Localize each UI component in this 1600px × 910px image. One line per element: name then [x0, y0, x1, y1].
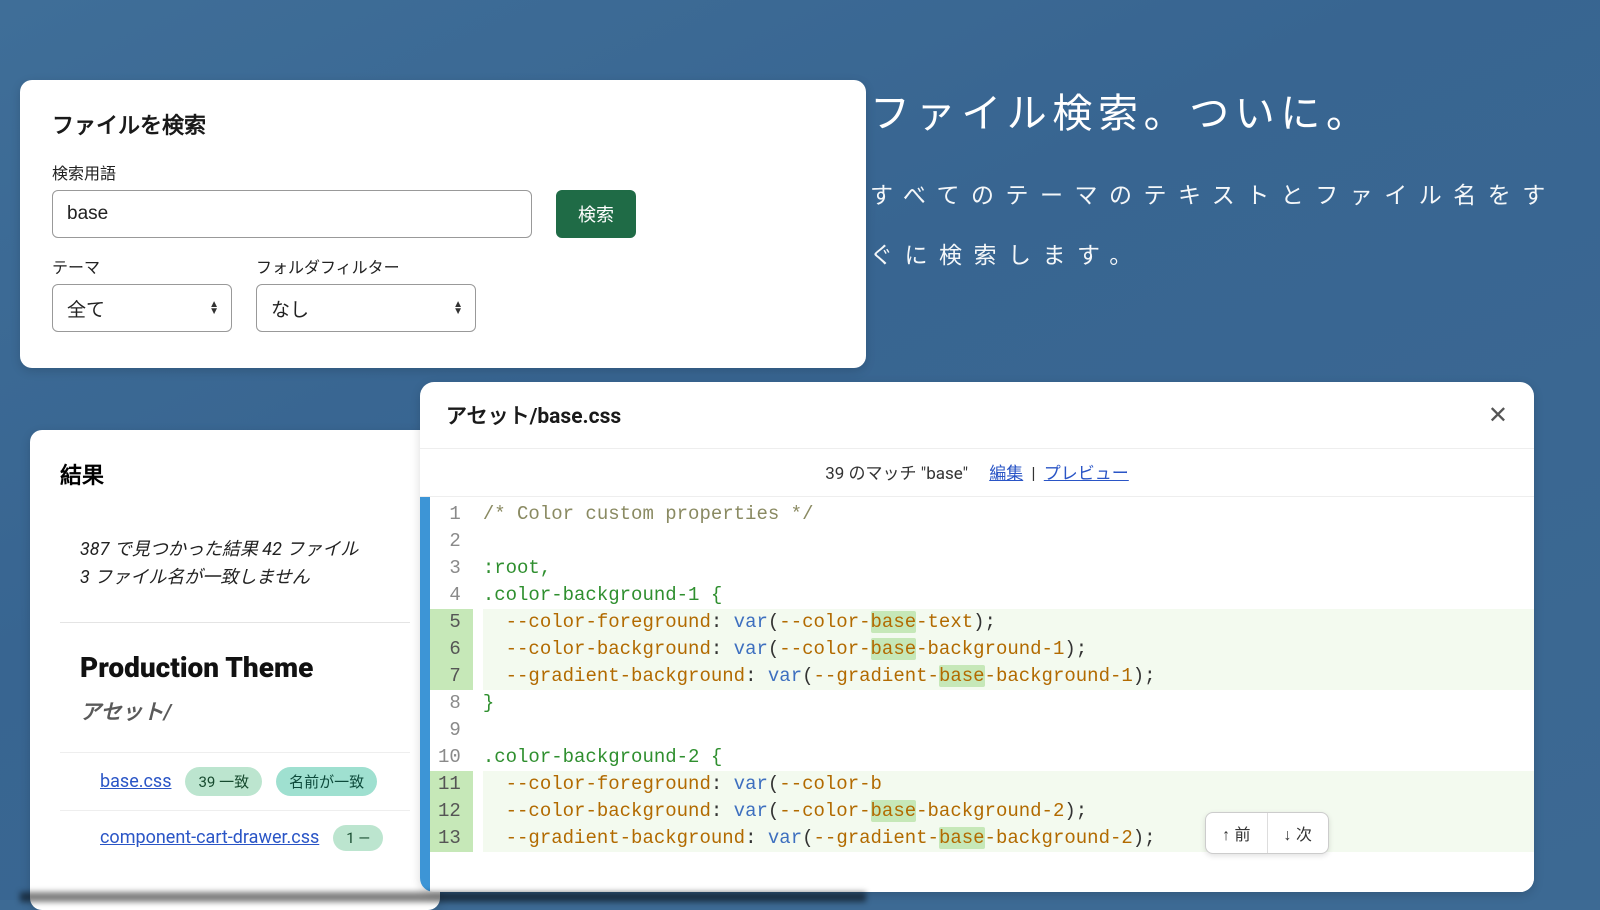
prev-match-button[interactable]: ↑ 前 [1206, 813, 1266, 853]
search-panel-title: ファイルを検索 [52, 108, 834, 140]
search-term-label: 検索用語 [52, 160, 834, 184]
result-file-link[interactable]: base.css [100, 771, 171, 792]
chevron-sort-icon: ▲▼ [209, 302, 219, 314]
divider [60, 622, 410, 623]
match-nav-pill: ↑ 前 ↓ 次 [1205, 812, 1329, 854]
theme-filter-label: テーマ [52, 254, 232, 278]
name-match-badge: 名前が一致 [276, 767, 377, 796]
results-panel: 結果 387 で見つかった結果 42 ファイル 3 ファイル名が一致しません P… [30, 430, 440, 910]
theme-select-value: 全て [67, 295, 105, 322]
marketing-title: ファイル検索。ついに。 [870, 86, 1560, 142]
file-indicator-strip [420, 497, 430, 892]
match-count-text: 39 のマッチ "base" [825, 464, 968, 484]
match-count-badge: 1 — [333, 825, 383, 851]
code-subbar: 39 のマッチ "base" 編集 | プレビュー [420, 449, 1534, 496]
result-file-link[interactable]: component-cart-drawer.css [100, 827, 319, 848]
marketing-copy: ファイル検索。ついに。 すべてのテーマのテキストとファイル名をすぐに検索します。 [870, 86, 1560, 286]
next-match-button[interactable]: ↓ 次 [1268, 813, 1328, 853]
folder-filter-label: フォルダフィルター [256, 254, 476, 278]
search-term-input[interactable] [52, 190, 532, 238]
separator: | [1031, 464, 1035, 484]
chevron-sort-icon: ▲▼ [453, 302, 463, 314]
code-content[interactable]: /* Color custom properties */ :root,.col… [473, 497, 1534, 892]
shadow [20, 892, 866, 902]
edit-link[interactable]: 編集 [989, 464, 1023, 484]
results-summary-line: 3 ファイル名が一致しません [80, 564, 410, 592]
folder-select-value: なし [271, 295, 309, 322]
results-summary: 387 で見つかった結果 42 ファイル 3 ファイル名が一致しません [60, 536, 410, 592]
code-file-title: アセット/base.css [446, 400, 621, 430]
results-summary-line: 387 で見つかった結果 42 ファイル [80, 536, 410, 564]
theme-select[interactable]: 全て ▲▼ [52, 284, 232, 332]
preview-link[interactable]: プレビュー [1044, 464, 1129, 484]
result-file-row[interactable]: component-cart-drawer.css 1 — [60, 810, 410, 865]
folder-select[interactable]: なし ▲▼ [256, 284, 476, 332]
close-icon[interactable]: ✕ [1488, 403, 1508, 427]
results-folder-heading: アセット/ [60, 696, 410, 726]
code-body[interactable]: 12345678910111213 /* Color custom proper… [420, 496, 1534, 892]
match-count-badge: 39 一致 [185, 767, 262, 796]
results-title: 結果 [60, 458, 410, 490]
results-theme-heading: Production Theme [60, 651, 410, 684]
code-preview-panel: アセット/base.css ✕ 39 のマッチ "base" 編集 | プレビュ… [420, 382, 1534, 892]
result-file-row[interactable]: base.css 39 一致 名前が一致 [60, 752, 410, 810]
search-button[interactable]: 検索 [556, 190, 636, 238]
search-panel: ファイルを検索 検索用語 検索 テーマ 全て ▲▼ フォルダフィルター なし ▲… [20, 80, 866, 368]
line-number-gutter: 12345678910111213 [430, 497, 473, 892]
marketing-subtitle: すべてのテーマのテキストとファイル名をすぐに検索します。 [870, 166, 1560, 286]
